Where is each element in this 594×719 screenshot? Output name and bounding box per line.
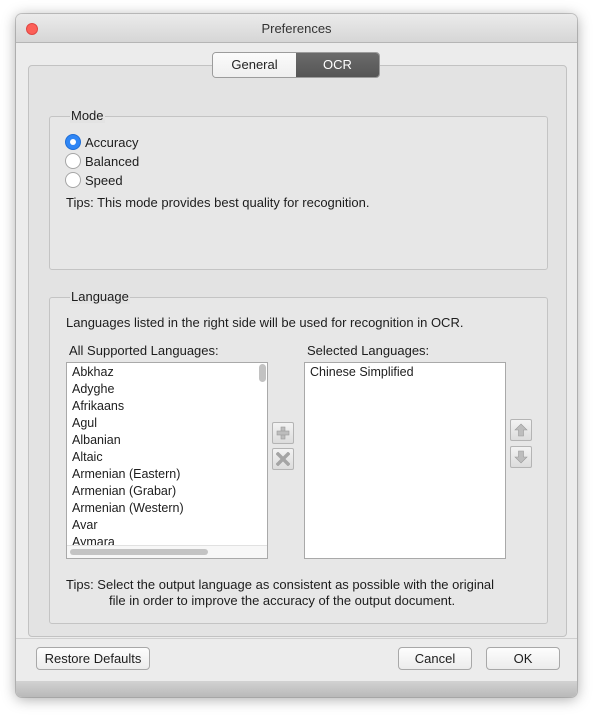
window-title: Preferences xyxy=(261,21,332,36)
radio-accuracy[interactable] xyxy=(65,134,81,150)
footer-divider xyxy=(16,638,577,639)
list-item[interactable]: Albanian xyxy=(67,432,267,449)
selected-languages-list[interactable]: Chinese Simplified xyxy=(304,362,506,559)
remove-language-button[interactable] xyxy=(272,448,294,470)
horizontal-scroll-thumb[interactable] xyxy=(70,549,208,555)
list-item[interactable]: Avar xyxy=(67,517,267,534)
cancel-button[interactable]: Cancel xyxy=(398,647,472,670)
language-group: Language Languages listed in the right s… xyxy=(49,289,548,624)
ok-button[interactable]: OK xyxy=(486,647,560,670)
tab-general[interactable]: General xyxy=(213,53,296,77)
list-item[interactable]: Adyghe xyxy=(67,381,267,398)
tab-bar: General OCR xyxy=(212,52,380,78)
restore-defaults-button[interactable]: Restore Defaults xyxy=(36,647,150,670)
mode-option-label: Balanced xyxy=(85,153,140,169)
list-item[interactable]: Armenian (Grabar) xyxy=(67,483,267,500)
list-item[interactable]: Armenian (Western) xyxy=(67,500,267,517)
mode-option-label: Speed xyxy=(85,172,123,188)
radio-balanced[interactable] xyxy=(65,153,81,169)
mode-group-title: Mode xyxy=(70,108,105,123)
plus-icon xyxy=(276,426,290,440)
language-tips-line1: Tips: Select the output language as cons… xyxy=(66,577,495,592)
list-item[interactable]: Altaic xyxy=(67,449,267,466)
mode-group: Mode Accuracy Balanced Speed Tips: This … xyxy=(49,108,548,270)
all-languages-vertical-scrollbar[interactable] xyxy=(258,364,266,544)
title-bar[interactable]: Preferences xyxy=(16,14,577,43)
mode-tips: Tips: This mode provides best quality fo… xyxy=(66,195,370,210)
language-tips-line2: file in order to improve the accuracy of… xyxy=(109,593,456,608)
all-languages-horizontal-scrollbar[interactable] xyxy=(67,545,267,558)
mode-option-speed[interactable]: Speed xyxy=(65,171,123,189)
move-up-button[interactable] xyxy=(510,419,532,441)
radio-speed[interactable] xyxy=(65,172,81,188)
arrow-up-icon xyxy=(514,423,528,437)
language-group-title: Language xyxy=(70,289,130,304)
all-languages-list[interactable]: Abkhaz Adyghe Afrikaans Agul Albanian Al… xyxy=(66,362,268,559)
mode-option-label: Accuracy xyxy=(85,134,139,150)
x-icon xyxy=(276,452,290,466)
list-item[interactable]: Afrikaans xyxy=(67,398,267,415)
arrow-down-icon xyxy=(514,450,528,464)
selected-languages-label: Selected Languages: xyxy=(307,343,430,358)
add-language-button[interactable] xyxy=(272,422,294,444)
preferences-window: Preferences General OCR Mode Accuracy Ba… xyxy=(16,14,577,697)
list-item[interactable]: Abkhaz xyxy=(67,364,267,381)
list-item[interactable]: Agul xyxy=(67,415,267,432)
list-item[interactable]: Chinese Simplified xyxy=(305,364,505,381)
all-languages-label: All Supported Languages: xyxy=(69,343,219,358)
ocr-settings-panel: Mode Accuracy Balanced Speed Tips: This … xyxy=(28,65,567,637)
window-bottom-bar xyxy=(16,681,577,697)
vertical-scroll-thumb[interactable] xyxy=(259,364,266,382)
tab-ocr[interactable]: OCR xyxy=(296,53,379,77)
mode-option-balanced[interactable]: Balanced xyxy=(65,152,139,170)
list-item[interactable]: Armenian (Eastern) xyxy=(67,466,267,483)
language-description: Languages listed in the right side will … xyxy=(66,315,464,330)
move-down-button[interactable] xyxy=(510,446,532,468)
mode-option-accuracy[interactable]: Accuracy xyxy=(65,133,138,151)
